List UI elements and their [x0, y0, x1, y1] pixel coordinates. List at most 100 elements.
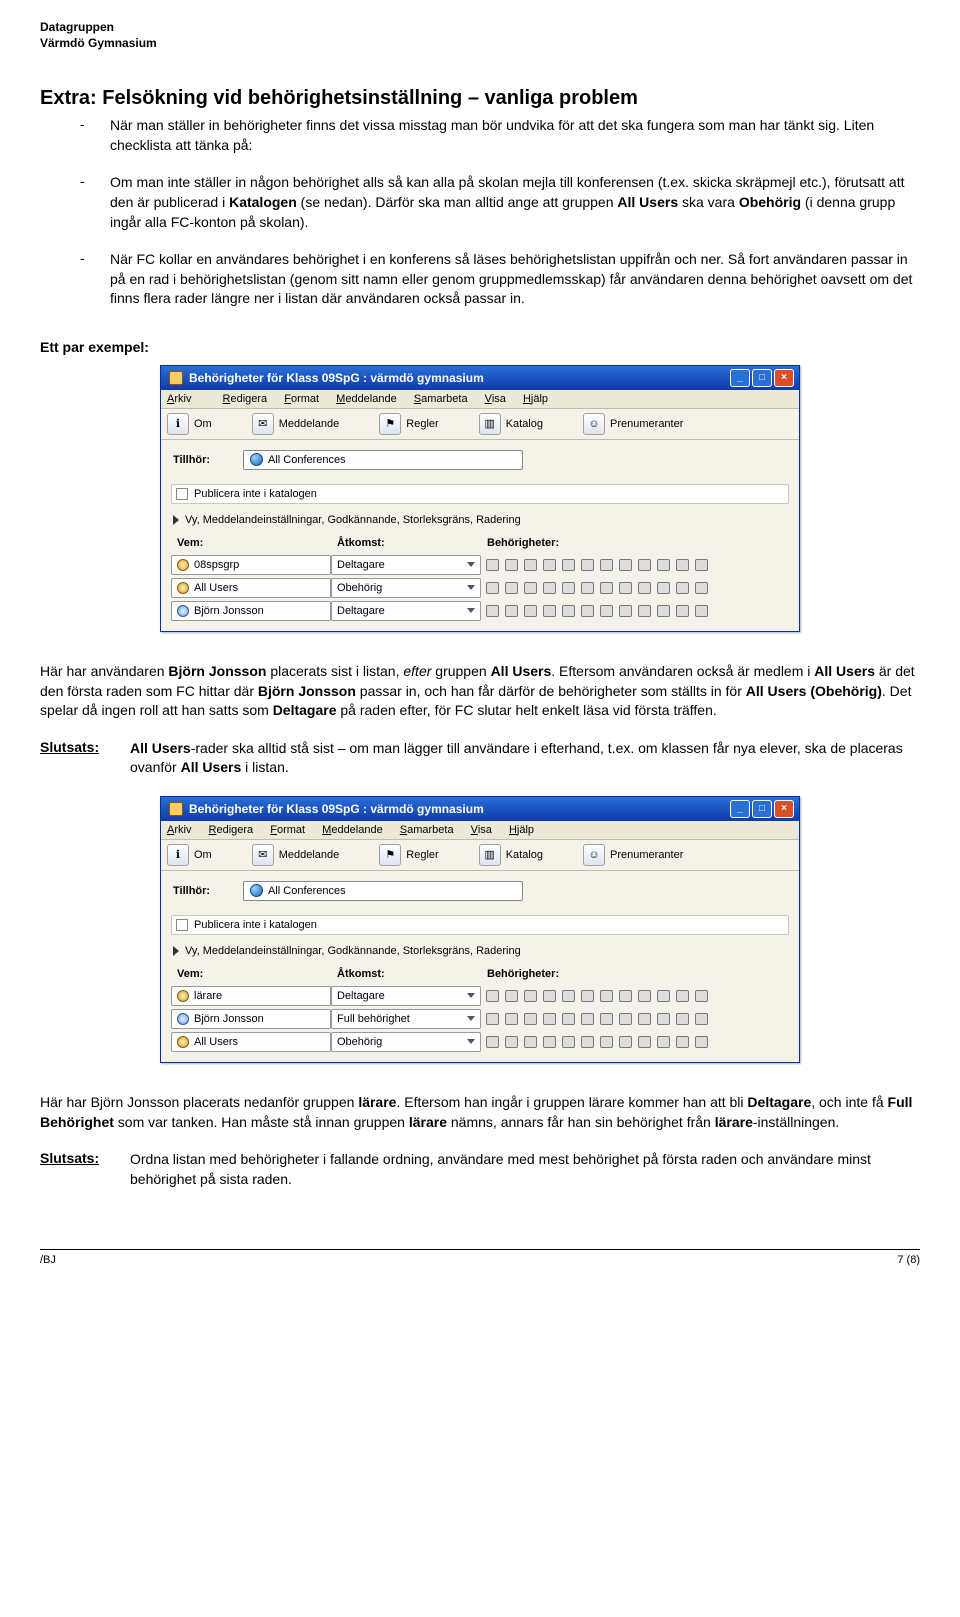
- menu-format[interactable]: Format: [270, 824, 305, 836]
- who-cell[interactable]: All Users: [171, 578, 331, 598]
- menu-hjalp[interactable]: Hjälp: [523, 393, 548, 405]
- perm-icon[interactable]: [676, 559, 689, 571]
- perm-icon[interactable]: [486, 1013, 499, 1025]
- perm-icon[interactable]: [524, 1013, 537, 1025]
- perm-icon[interactable]: [638, 582, 651, 594]
- perm-icon[interactable]: [524, 559, 537, 571]
- tb-regler[interactable]: ⚑Regler: [379, 413, 438, 435]
- perm-icon[interactable]: [486, 559, 499, 571]
- access-dropdown[interactable]: Deltagare: [331, 986, 481, 1006]
- perm-icon[interactable]: [676, 605, 689, 617]
- perm-icon[interactable]: [619, 1013, 632, 1025]
- perm-icon[interactable]: [695, 990, 708, 1002]
- menu-format[interactable]: Format: [284, 393, 319, 405]
- perm-icon[interactable]: [695, 1013, 708, 1025]
- perm-icon[interactable]: [600, 990, 613, 1002]
- perm-icon[interactable]: [600, 1036, 613, 1048]
- close-button[interactable]: ×: [774, 800, 794, 818]
- minimize-button[interactable]: _: [730, 369, 750, 387]
- perm-icon[interactable]: [600, 1013, 613, 1025]
- perm-icon[interactable]: [581, 1013, 594, 1025]
- perm-icon[interactable]: [562, 605, 575, 617]
- publish-checkbox-row[interactable]: Publicera inte i katalogen: [171, 915, 789, 935]
- perm-icon[interactable]: [657, 1013, 670, 1025]
- menu-samarbeta[interactable]: Samarbeta: [414, 393, 468, 405]
- who-cell[interactable]: Björn Jonsson: [171, 1009, 331, 1029]
- tb-prenumeranter[interactable]: ☺Prenumeranter: [583, 844, 683, 866]
- perm-icon[interactable]: [524, 605, 537, 617]
- expand-section[interactable]: Vy, Meddelandeinställningar, Godkännande…: [171, 941, 789, 961]
- perm-icon[interactable]: [638, 990, 651, 1002]
- perm-icon[interactable]: [562, 1036, 575, 1048]
- perm-icon[interactable]: [676, 1013, 689, 1025]
- perm-icon[interactable]: [619, 605, 632, 617]
- perm-icon[interactable]: [486, 582, 499, 594]
- perm-icon[interactable]: [676, 582, 689, 594]
- maximize-button[interactable]: □: [752, 800, 772, 818]
- perm-icon[interactable]: [543, 582, 556, 594]
- who-cell[interactable]: 08spsgrp: [171, 555, 331, 575]
- menu-hjalp[interactable]: Hjälp: [509, 824, 534, 836]
- perm-icon[interactable]: [581, 559, 594, 571]
- tb-meddelande[interactable]: ✉Meddelande: [252, 413, 340, 435]
- perm-icon[interactable]: [562, 990, 575, 1002]
- perm-icon[interactable]: [657, 1036, 670, 1048]
- tb-regler[interactable]: ⚑Regler: [379, 844, 438, 866]
- perm-icon[interactable]: [543, 559, 556, 571]
- perm-icon[interactable]: [600, 582, 613, 594]
- menu-arkiv[interactable]: Arkiv: [167, 824, 191, 836]
- menu-redigera[interactable]: Redigera: [223, 393, 268, 405]
- menu-arkiv[interactable]: Arkiv: [167, 393, 205, 405]
- who-cell[interactable]: All Users: [171, 1032, 331, 1052]
- perm-icon[interactable]: [619, 1036, 632, 1048]
- perm-icon[interactable]: [486, 990, 499, 1002]
- perm-icon[interactable]: [581, 582, 594, 594]
- perm-icon[interactable]: [676, 990, 689, 1002]
- access-dropdown[interactable]: Full behörighet: [331, 1009, 481, 1029]
- perm-icon[interactable]: [505, 990, 518, 1002]
- perm-icon[interactable]: [505, 1013, 518, 1025]
- perm-icon[interactable]: [505, 559, 518, 571]
- perm-icon[interactable]: [505, 605, 518, 617]
- perm-icon[interactable]: [486, 1036, 499, 1048]
- tillhor-field[interactable]: All Conferences: [243, 881, 523, 901]
- minimize-button[interactable]: _: [730, 800, 750, 818]
- perm-icon[interactable]: [676, 1036, 689, 1048]
- perm-icon[interactable]: [581, 1036, 594, 1048]
- perm-icon[interactable]: [638, 1013, 651, 1025]
- perm-icon[interactable]: [638, 559, 651, 571]
- publish-checkbox-row[interactable]: Publicera inte i katalogen: [171, 484, 789, 504]
- expand-section[interactable]: Vy, Meddelandeinställningar, Godkännande…: [171, 510, 789, 530]
- perm-icon[interactable]: [600, 605, 613, 617]
- perm-icon[interactable]: [695, 582, 708, 594]
- menu-meddelande[interactable]: Meddelande: [336, 393, 397, 405]
- perm-icon[interactable]: [486, 605, 499, 617]
- perm-icon[interactable]: [657, 605, 670, 617]
- tb-om[interactable]: ℹOm: [167, 413, 212, 435]
- perm-icon[interactable]: [543, 605, 556, 617]
- perm-icon[interactable]: [524, 1036, 537, 1048]
- perm-icon[interactable]: [543, 1036, 556, 1048]
- tb-om[interactable]: ℹOm: [167, 844, 212, 866]
- tb-prenumeranter[interactable]: ☺Prenumeranter: [583, 413, 683, 435]
- perm-icon[interactable]: [638, 1036, 651, 1048]
- perm-icon[interactable]: [505, 582, 518, 594]
- tb-meddelande[interactable]: ✉Meddelande: [252, 844, 340, 866]
- maximize-button[interactable]: □: [752, 369, 772, 387]
- perm-icon[interactable]: [562, 1013, 575, 1025]
- perm-icon[interactable]: [657, 582, 670, 594]
- perm-icon[interactable]: [657, 990, 670, 1002]
- perm-icon[interactable]: [543, 990, 556, 1002]
- menu-visa[interactable]: Visa: [471, 824, 492, 836]
- access-dropdown[interactable]: Obehörig: [331, 578, 481, 598]
- perm-icon[interactable]: [638, 605, 651, 617]
- tb-katalog[interactable]: ▥Katalog: [479, 844, 543, 866]
- perm-icon[interactable]: [619, 582, 632, 594]
- close-button[interactable]: ×: [774, 369, 794, 387]
- perm-icon[interactable]: [619, 990, 632, 1002]
- who-cell[interactable]: lärare: [171, 986, 331, 1006]
- perm-icon[interactable]: [600, 559, 613, 571]
- perm-icon[interactable]: [695, 1036, 708, 1048]
- perm-icon[interactable]: [581, 605, 594, 617]
- menu-meddelande[interactable]: Meddelande: [322, 824, 383, 836]
